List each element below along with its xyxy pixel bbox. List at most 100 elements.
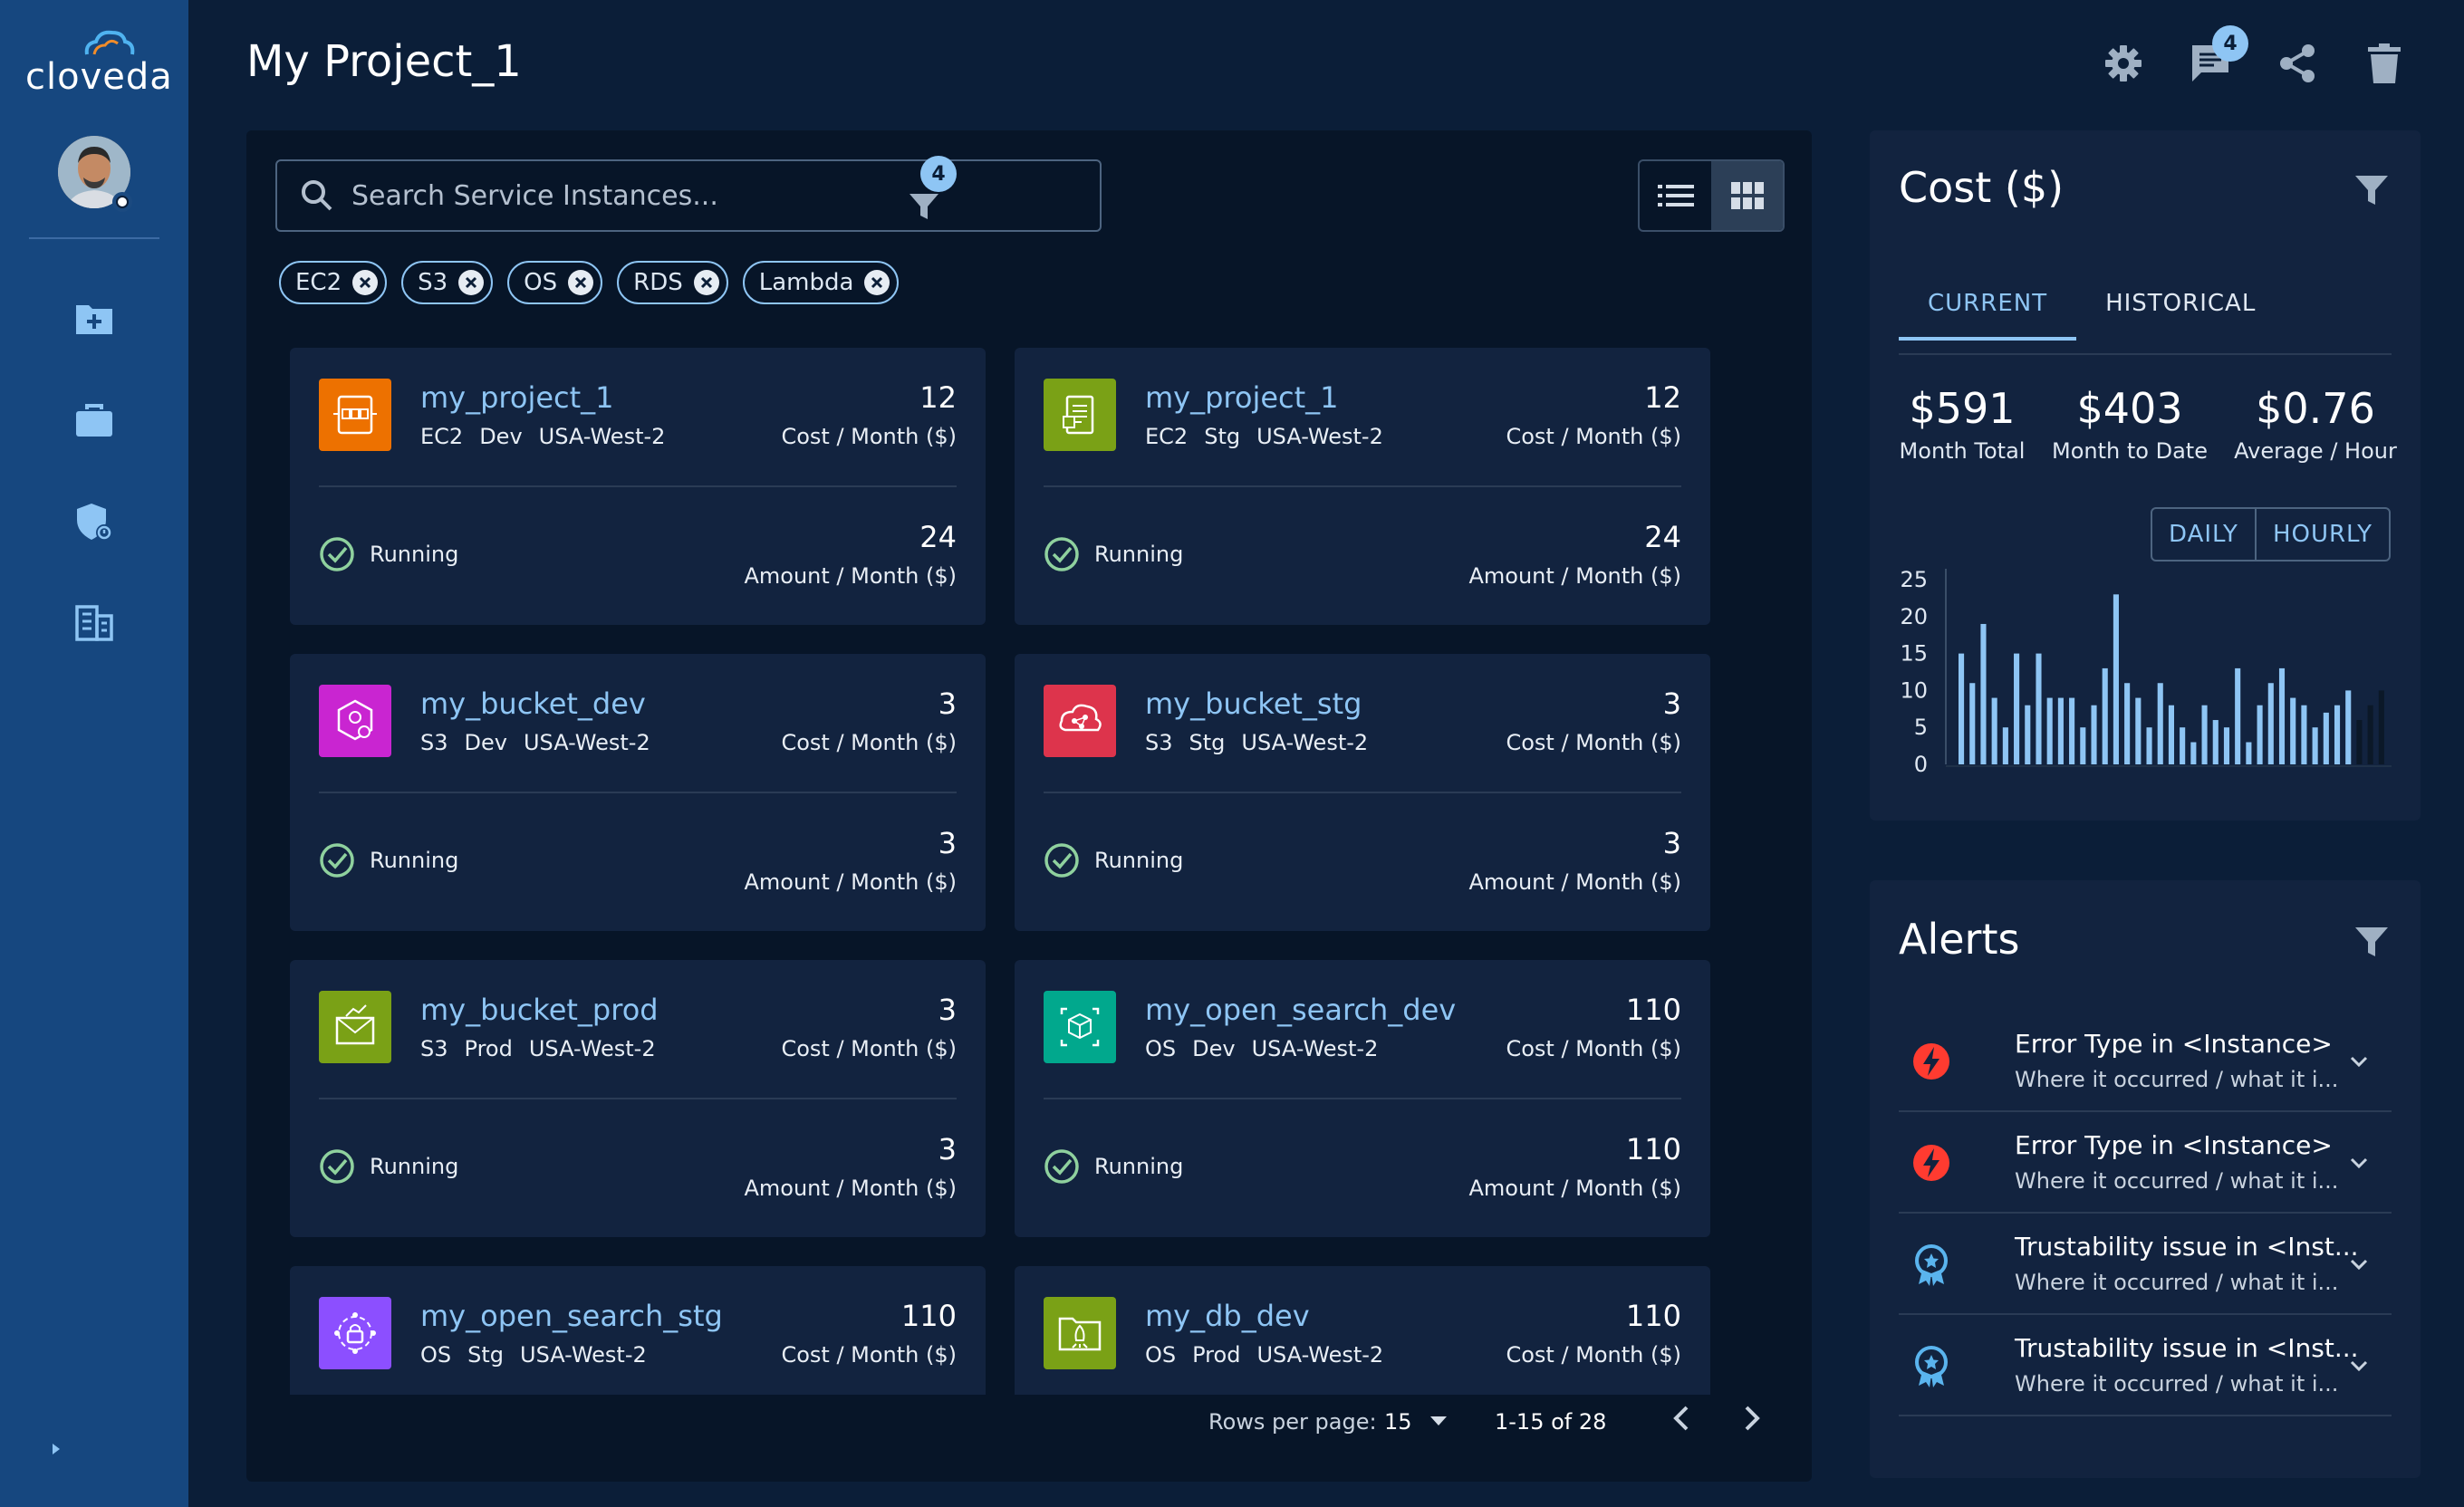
messages-badge: 4 [2212,25,2248,62]
status: Running [1044,536,1183,572]
instance-name[interactable]: my_open_search_dev [1145,993,1456,1027]
instance-name[interactable]: my_open_search_stg [420,1299,723,1333]
cost-bar [2157,683,2163,764]
alert-description: Where it occurred / what it i... [2015,1371,2339,1397]
tab-current[interactable]: CURRENT [1899,290,2077,341]
card-divider [1044,792,1681,793]
sidebar-briefcase-icon[interactable] [72,398,116,442]
cost-value: 110 [1625,1299,1681,1333]
env-tag: Dev [464,730,507,755]
amount-value: 110 [1625,1132,1681,1166]
cost-bar [2002,727,2008,764]
chevron-down-icon[interactable] [2344,1250,2373,1279]
cost-bar [2278,667,2286,764]
delete-trash-icon[interactable] [2361,40,2408,87]
instance-card[interactable]: my_bucket_prod S3 Prod USA-West-2 3 Cost… [290,960,986,1237]
cost-filter-icon[interactable] [2353,172,2393,212]
chip-remove-icon[interactable] [864,270,890,295]
list-view-icon [1657,185,1694,206]
cost-label: Cost / Month ($) [1506,424,1681,449]
instance-card[interactable]: my_bucket_stg S3 Stg USA-West-2 3 Cost /… [1015,654,1710,931]
chip-remove-icon[interactable] [458,270,485,295]
filter-chip: Lambda [742,261,900,304]
filter-chip: OS [507,261,603,304]
chip-label: S3 [418,269,448,296]
sidebar-new-project-icon[interactable] [72,297,116,341]
list-view-button[interactable] [1640,161,1711,230]
cost-value: 3 [938,993,957,1027]
chip-remove-icon[interactable] [352,270,379,295]
chip-label: RDS [633,269,683,296]
instance-name[interactable]: my_db_dev [1145,1299,1310,1333]
cost-bar [2091,705,2097,764]
settings-hex-icon [319,685,391,757]
filter-chip: S3 [401,261,494,304]
share-icon[interactable] [2274,40,2321,87]
instance-name[interactable]: my_bucket_stg [1145,686,1362,721]
cost-bar [2135,697,2142,764]
search-box [275,159,1102,232]
stat-label: Month Total [1899,438,2026,464]
alert-item[interactable]: Trustability issue in <Inst... Where it … [1899,1315,2392,1416]
instance-card[interactable]: my_db_dev OS Prod USA-West-2 110 Cost / … [1015,1266,1710,1395]
forecast-bar [2378,690,2384,764]
alert-title: Error Type in <Instance> [2015,1029,2333,1059]
instance-card[interactable]: my_open_search_stg OS Stg USA-West-2 110… [290,1266,986,1395]
cost-bar [2212,720,2219,764]
cloud-network-icon [1044,685,1116,757]
instance-tags: EC2 Dev USA-West-2 [420,424,665,449]
rows-per-page-select[interactable]: 15 [1384,1409,1447,1435]
alerts-filter-icon[interactable] [2353,924,2393,964]
instance-card[interactable]: my_project_1 EC2 Stg USA-West-2 12 Cost … [1015,348,1710,625]
daily-button[interactable]: DAILY [2152,509,2255,560]
cost-label: Cost / Month ($) [781,730,957,755]
cost-value: 12 [1644,380,1681,415]
chevron-down-icon[interactable] [2344,1047,2373,1076]
instance-name[interactable]: my_project_1 [420,380,614,415]
status-text: Running [370,1154,459,1179]
instance-name[interactable]: my_bucket_dev [420,686,646,721]
cost-bar-chart: 25 20 15 10 5 0 [1900,567,2392,777]
filter-chip: RDS [617,261,728,304]
cost-bar [2080,727,2086,764]
previous-page-button[interactable] [1669,1404,1694,1438]
tab-historical[interactable]: HISTORICAL [2076,290,2285,341]
chevron-down-icon[interactable] [2344,1148,2373,1177]
instance-card[interactable]: my_bucket_dev S3 Dev USA-West-2 3 Cost /… [290,654,986,931]
env-tag: Prod [464,1036,513,1061]
cube-icon [1044,991,1116,1063]
settings-gear-icon[interactable] [2100,40,2147,87]
sidebar-expand-icon[interactable] [47,1440,65,1458]
instance-card[interactable]: my_project_1 EC2 Dev USA-West-2 12 Cost … [290,348,986,625]
next-page-button[interactable] [1739,1404,1765,1438]
instance-name[interactable]: my_bucket_prod [420,993,659,1027]
stat-month-total: $591 Month Total [1899,384,2026,464]
chip-remove-icon[interactable] [568,270,594,295]
alert-item[interactable]: Error Type in <Instance> Where it occurr… [1899,1011,2392,1112]
alert-item[interactable]: Error Type in <Instance> Where it occurr… [1899,1112,2392,1214]
pagination-range: 1-15 of 28 [1495,1409,1607,1435]
env-tag: Stg [467,1342,505,1368]
rows-per-page-label: Rows per page: [1208,1409,1377,1435]
instance-card[interactable]: my_open_search_dev OS Dev USA-West-2 110… [1015,960,1710,1237]
cost-bar [2334,705,2341,764]
stat-month-to-date: $403 Month to Date [2051,384,2209,464]
hourly-button[interactable]: HOURLY [2254,509,2389,560]
card-divider [1044,1098,1681,1099]
sidebar-security-shield-icon[interactable] [72,500,116,543]
sidebar-building-icon[interactable] [72,601,116,645]
cost-bar [1959,653,1965,764]
instance-name[interactable]: my_project_1 [1145,380,1339,415]
chip-remove-icon[interactable] [693,270,719,295]
cloveda-logo[interactable]: cloveda [25,25,172,101]
alert-item[interactable]: Trustability issue in <Inst... Where it … [1899,1214,2392,1315]
cost-bar [2201,705,2208,764]
grid-view-button[interactable] [1711,161,1783,230]
error-bolt-icon [1913,1043,1949,1080]
card-divider [319,485,957,487]
card-divider [1044,485,1681,487]
service-tag: S3 [420,1036,448,1061]
chevron-down-icon[interactable] [2344,1351,2373,1380]
filter-chip: EC2 [279,261,388,304]
view-toggle [1638,159,1785,232]
